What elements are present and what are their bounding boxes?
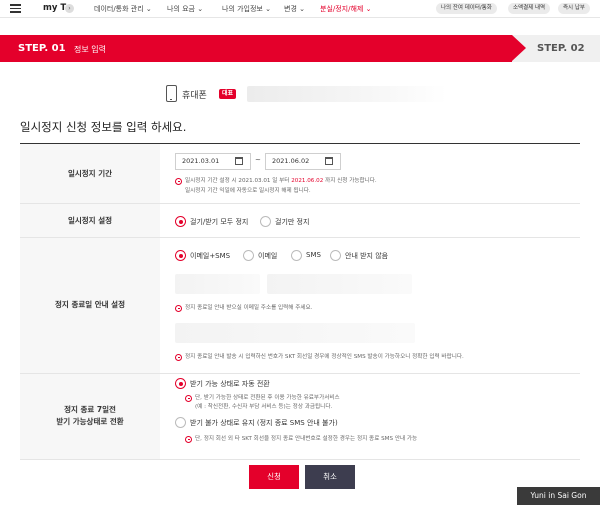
info-icon bbox=[185, 436, 192, 443]
page-title: 일시정지 신청 정보를 입력 하세요. bbox=[20, 120, 187, 134]
nav-lost-suspend[interactable]: 분실/정지/해제 ⌄ bbox=[320, 4, 371, 14]
phone-number-masked bbox=[247, 86, 447, 102]
step1-label: 정보 입력 bbox=[74, 45, 106, 54]
row-end-notice: 정지 종료일 안내 설정 이메일+SMS 이메일 SMS 안내 받지 않음 정지… bbox=[20, 238, 580, 374]
info-icon bbox=[185, 395, 192, 402]
representative-badge: 대표 bbox=[219, 89, 237, 99]
radio-all-stop[interactable] bbox=[175, 216, 186, 227]
nav-data-call[interactable]: 데이터/통화 관리 ⌄ bbox=[94, 4, 152, 14]
info-icon bbox=[175, 178, 182, 185]
step-progress: STEP. 01 정보 입력 STEP. 02 bbox=[0, 35, 600, 62]
email-note: 정지 종료일 안내 받으실 이메일 주소를 입력해 주세요. bbox=[185, 305, 313, 311]
phone-label: 휴대폰 bbox=[182, 91, 207, 101]
row-period: 일시정지 기간 2021.03.01 ~ 2021.06.02 일시정지 기간 … bbox=[20, 144, 580, 204]
radio-keep-blocked[interactable] bbox=[175, 417, 186, 428]
radio-no-notice[interactable] bbox=[330, 250, 341, 261]
conversion-note-2: 단, 정지 회선 외 타 SKT 회선을 정지 종료 안내번호로 설정한 경우는… bbox=[195, 436, 418, 442]
step2-title: STEP. 02 bbox=[537, 43, 585, 54]
row-conversion: 정지 종료 7일전 받기 가능상태로 전환 받기 가능 상태로 자동 전환 단,… bbox=[20, 374, 580, 460]
radio-auto-convert[interactable] bbox=[175, 378, 186, 389]
nav-my-subscription[interactable]: 나의 가입정보 ⌄ bbox=[222, 4, 271, 14]
top-nav: my T › 데이터/통화 관리 ⌄ 나의 요금 ⌄ 나의 가입정보 ⌄ 변경 … bbox=[0, 0, 600, 18]
conversion-label-2: 받기 가능상태로 전환 bbox=[56, 417, 124, 426]
setting-label: 일시정지 설정 bbox=[67, 216, 112, 225]
menu-icon[interactable] bbox=[10, 4, 21, 13]
conversion-note-1b: (예 : 착신전환, 수신자 부담 서비스 등)는 정상 과금됩니다. bbox=[195, 404, 333, 410]
brand-chevron-icon[interactable]: › bbox=[65, 4, 74, 13]
pill-micropayment[interactable]: 소액결제 내역 bbox=[508, 3, 551, 14]
end-notice-label: 정지 종료일 안내 설정 bbox=[55, 300, 125, 309]
sms-note: 정지 종료일 안내 발송 시 입력하신 번호가 SKT 회선일 경우에 정상적인… bbox=[185, 354, 464, 360]
nav-my-fee[interactable]: 나의 요금 ⌄ bbox=[167, 4, 203, 14]
cancel-button[interactable]: 취소 bbox=[305, 465, 355, 489]
start-date-input[interactable]: 2021.03.01 bbox=[175, 153, 251, 170]
nav-change[interactable]: 변경 ⌄ bbox=[284, 4, 305, 14]
watermark: Yuni in Sai Gon bbox=[517, 487, 600, 505]
row-setting: 일시정지 설정 걸기/받기 모두 정지 걸기만 정지 bbox=[20, 204, 580, 238]
brand-logo[interactable]: my T bbox=[43, 3, 66, 13]
apply-button[interactable]: 신청 bbox=[249, 465, 299, 489]
period-label: 일시정지 기간 bbox=[67, 169, 112, 178]
suspend-form: 일시정지 기간 2021.03.01 ~ 2021.06.02 일시정지 기간 … bbox=[20, 143, 580, 460]
period-note-2: 일시정지 기간 익일에 자동으로 일시정지 해제 됩니다. bbox=[185, 188, 311, 194]
calendar-icon[interactable] bbox=[235, 157, 243, 165]
calendar-icon[interactable] bbox=[325, 157, 333, 165]
step1-active: STEP. 01 정보 입력 bbox=[0, 35, 512, 62]
email-id-input[interactable] bbox=[175, 274, 260, 294]
info-icon bbox=[175, 354, 182, 361]
sms-number-input[interactable] bbox=[175, 323, 415, 343]
email-domain-input[interactable] bbox=[267, 274, 412, 294]
pill-pay-now[interactable]: 즉시 납부 bbox=[558, 3, 590, 14]
period-note-1: 일시정지 기간 설정 시 2021.03.01 일 부터 2021.06.02 … bbox=[185, 178, 377, 184]
step-arrow bbox=[512, 35, 526, 61]
pill-remaining-data[interactable]: 나의 잔여 데이터/통화 bbox=[436, 3, 497, 14]
radio-sms[interactable] bbox=[291, 250, 302, 261]
info-icon bbox=[175, 305, 182, 312]
radio-email[interactable] bbox=[243, 250, 254, 261]
radio-email-sms[interactable] bbox=[175, 250, 186, 261]
end-date-input[interactable]: 2021.06.02 bbox=[265, 153, 341, 170]
conversion-label-1: 정지 종료 7일전 bbox=[64, 405, 116, 414]
radio-outgoing-only[interactable] bbox=[260, 216, 271, 227]
step1-title: STEP. 01 bbox=[18, 43, 66, 54]
conversion-note-1a: 단, 받기 가능한 상태로 전환된 후 이용 가능한 유료부가서비스 bbox=[195, 395, 340, 401]
phone-icon bbox=[166, 85, 177, 102]
